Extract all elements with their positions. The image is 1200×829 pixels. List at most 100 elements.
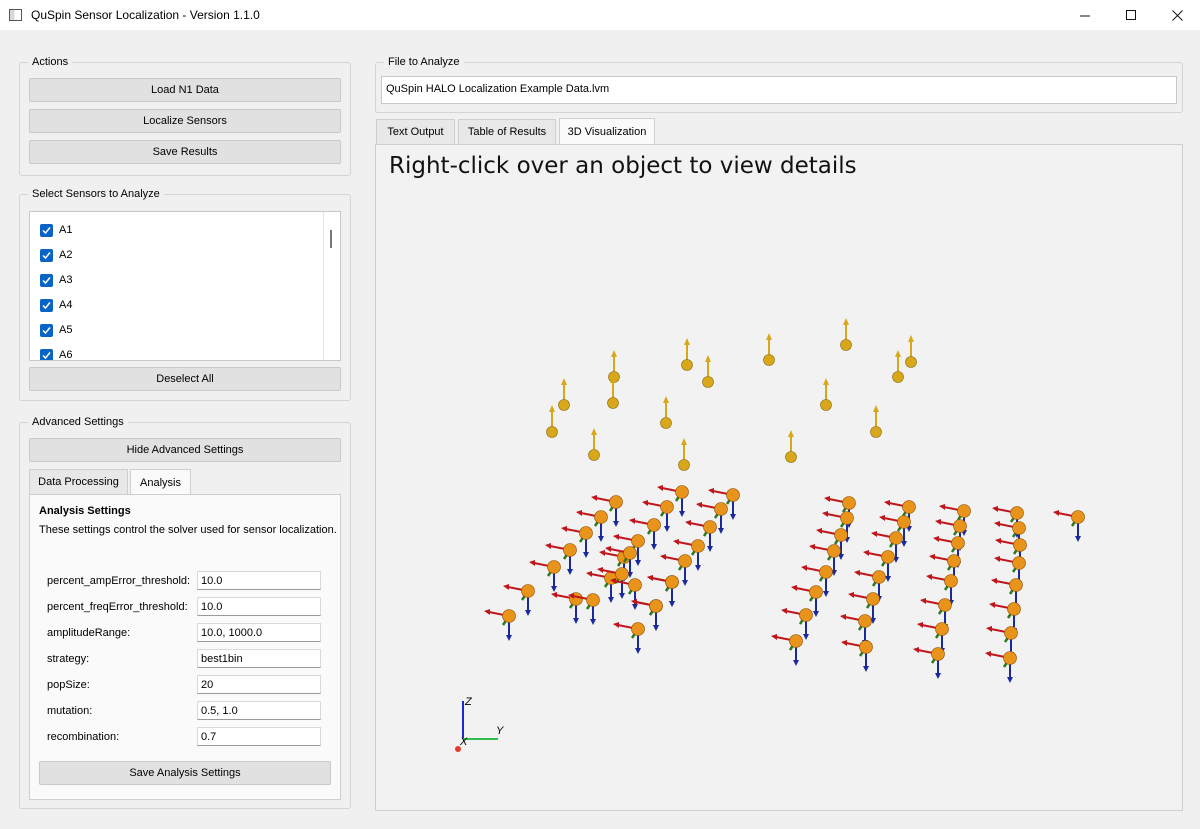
save-results-button[interactable]: Save Results: [29, 140, 341, 164]
checkmark-icon: [42, 326, 51, 334]
list-item-label: A5: [59, 324, 73, 336]
checkbox[interactable]: [40, 223, 53, 237]
save-analysis-settings-button[interactable]: Save Analysis Settings: [39, 761, 331, 785]
field-label-strategy: strategy:: [47, 653, 90, 665]
app-icon: [9, 9, 22, 21]
list-item[interactable]: A3: [40, 272, 72, 288]
sensor-sphere: [1012, 556, 1026, 570]
arrow-red-head: [991, 578, 997, 584]
arrow-blue-head: [590, 619, 596, 625]
field-label-mutation: mutation:: [47, 705, 93, 717]
reference-sphere: [763, 354, 775, 366]
amplitude-range-input[interactable]: 10.0, 1000.0: [197, 623, 321, 642]
checkbox[interactable]: [40, 298, 53, 312]
arrow-red-head: [848, 592, 854, 598]
arrow-red-head: [708, 488, 714, 494]
sensor-list[interactable]: A1 A2 A3 A4 A5 A6: [29, 211, 341, 361]
sensor-sphere: [840, 511, 854, 525]
sensor-glyph: [529, 560, 561, 592]
sensor-sphere: [647, 518, 661, 532]
mutation-input[interactable]: 0.5, 1.0: [197, 701, 321, 720]
reference-sensor: [840, 318, 852, 351]
sensor-sphere: [502, 609, 516, 623]
tab-data-processing[interactable]: Data Processing: [29, 469, 128, 494]
arrow-red-head: [992, 506, 998, 512]
list-item[interactable]: A1: [40, 222, 72, 238]
axis-z-label: Z: [464, 696, 473, 708]
load-n1-data-button[interactable]: Load N1 Data: [29, 78, 341, 102]
analysis-settings-heading: Analysis Settings: [39, 505, 131, 517]
arrow-red-head: [840, 614, 846, 620]
checkbox[interactable]: [40, 248, 53, 262]
popsize-input[interactable]: 20: [197, 675, 321, 694]
sensor-sphere: [594, 510, 608, 524]
sensor-sphere: [881, 550, 895, 564]
file-path-input[interactable]: QuSpin HALO Localization Example Data.lv…: [381, 76, 1177, 104]
reference-sensor: [546, 405, 558, 438]
list-item[interactable]: A2: [40, 247, 72, 263]
deselect-all-button[interactable]: Deselect All: [29, 367, 341, 391]
close-button[interactable]: [1154, 0, 1200, 30]
tab-text-output[interactable]: Text Output: [376, 119, 455, 144]
sensor-sphere: [858, 614, 872, 628]
sensor-glyph: [591, 495, 623, 527]
arrow-red-head: [822, 511, 828, 517]
sensor-sphere: [1004, 626, 1018, 640]
checkbox[interactable]: [40, 323, 53, 337]
reference-sensor: [905, 335, 917, 368]
reference-sphere: [702, 376, 714, 388]
arrow-red-head: [994, 521, 1000, 527]
list-item[interactable]: A5: [40, 322, 72, 338]
sensor-glyph: [657, 485, 689, 517]
strategy-input[interactable]: best1bin: [197, 649, 321, 668]
arrow-red-head: [551, 592, 557, 598]
tab-3d-visualization[interactable]: 3D Visualization: [559, 118, 655, 144]
sensor-sphere: [678, 554, 692, 568]
list-item[interactable]: A4: [40, 297, 72, 313]
visualization-panel[interactable]: Right-click over an object to view detai…: [375, 144, 1183, 811]
reference-sphere: [607, 397, 619, 409]
tab-analysis[interactable]: Analysis: [130, 469, 191, 495]
sensor-sphere: [631, 534, 645, 548]
arrow-red-head: [929, 554, 935, 560]
minimize-button[interactable]: [1062, 0, 1108, 30]
arrow-blue-head: [653, 625, 659, 631]
sensor-sphere: [1013, 538, 1027, 552]
arrow-red-head: [1053, 510, 1059, 516]
scrollbar-track: [323, 212, 324, 360]
list-item-label: A6: [59, 349, 73, 361]
reference-arrow-head: [681, 438, 687, 445]
reference-sensor: [681, 338, 693, 371]
arrow-blue-head: [901, 541, 907, 547]
localize-sensors-button[interactable]: Localize Sensors: [29, 109, 341, 133]
arrow-blue-head: [863, 666, 869, 672]
3d-scene[interactable]: Z Y X: [376, 145, 1182, 810]
sensor-sphere: [897, 515, 911, 529]
sensor-glyph: [484, 609, 516, 641]
recombination-input[interactable]: 0.7: [197, 727, 321, 746]
maximize-button[interactable]: [1108, 0, 1154, 30]
scrollbar-thumb[interactable]: [330, 230, 332, 248]
amp-error-threshold-input[interactable]: 10.0: [197, 571, 321, 590]
freq-error-threshold-input[interactable]: 10.0: [197, 597, 321, 616]
list-item[interactable]: A6: [40, 347, 73, 361]
arrow-red-head: [781, 608, 787, 614]
window-controls: [1062, 0, 1200, 30]
reference-arrow-head: [549, 405, 555, 412]
field-label-popsize: popSize:: [47, 679, 90, 691]
checkbox[interactable]: [40, 348, 53, 360]
file-group-label: File to Analyze: [384, 55, 464, 69]
checkbox[interactable]: [40, 273, 53, 287]
arrow-blue-head: [679, 511, 685, 517]
arrow-red-head: [599, 550, 605, 556]
sensor-sphere: [691, 539, 705, 553]
close-icon: [1171, 9, 1183, 21]
arrow-red-head: [657, 485, 663, 491]
arrow-red-head: [696, 502, 702, 508]
arrow-blue-head: [506, 635, 512, 641]
minimize-icon: [1079, 15, 1090, 16]
hide-advanced-settings-button[interactable]: Hide Advanced Settings: [29, 438, 341, 462]
arrow-red-head: [989, 602, 995, 608]
tab-table-of-results[interactable]: Table of Results: [458, 119, 556, 144]
checkmark-icon: [42, 301, 51, 309]
